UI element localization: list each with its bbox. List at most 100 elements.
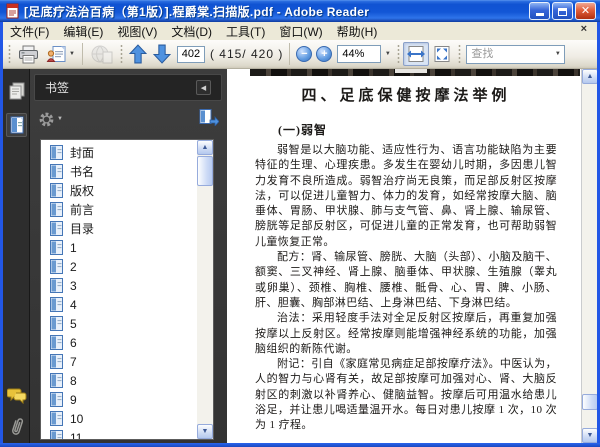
- menu-item[interactable]: 编辑(E): [56, 22, 110, 41]
- bookmark-page-icon: [50, 221, 63, 236]
- find-input[interactable]: [467, 46, 552, 62]
- subsection-heading: (一)弱智: [278, 123, 327, 137]
- pdf-page: 四、足底保健按摩法举例 (一)弱智 弱智是以大脑功能、适应性行为、语言功能缺陷为…: [255, 82, 557, 443]
- toolbar-grip[interactable]: [119, 44, 123, 64]
- bookmark-page-icon: [50, 297, 63, 312]
- export-dropdown-icon: ▼: [69, 51, 75, 57]
- bookmark-label: 封面: [70, 146, 95, 160]
- bookmark-label: 2: [70, 259, 77, 274]
- toolbar-grip[interactable]: [8, 44, 11, 64]
- menu-bar-close-icon[interactable]: ×: [574, 23, 594, 35]
- bookmark-page-icon: [50, 202, 63, 217]
- bookmark-item[interactable]: 4: [41, 295, 213, 314]
- toolbar-separator: [81, 43, 83, 65]
- menu-item[interactable]: 帮助(H): [330, 22, 385, 41]
- minimize-button[interactable]: [529, 2, 550, 20]
- window-title: [足底疗法治百病（第1版）].程爵棠.扫描版.pdf - Adobe Reade…: [24, 4, 370, 19]
- page-section-title: 四、足底保健按摩法举例: [301, 88, 511, 104]
- attachments-panel-button[interactable]: [6, 415, 27, 439]
- toolbar-grip[interactable]: [458, 44, 462, 64]
- page-count-label: ( 415/ 420 ): [209, 47, 284, 61]
- find-box: ▼: [466, 44, 566, 64]
- collapse-panel-button[interactable]: ◀: [196, 80, 211, 95]
- window-border-left: [0, 22, 3, 447]
- scroll-down-button[interactable]: ▼: [197, 424, 213, 439]
- next-page-button[interactable]: [150, 42, 174, 66]
- bookmark-item[interactable]: 2: [41, 257, 213, 276]
- minimize-icon: [535, 13, 544, 16]
- bookmark-item[interactable]: 封面: [41, 143, 213, 162]
- bookmark-options-button[interactable]: ▼: [38, 111, 63, 128]
- previous-page-button[interactable]: [126, 42, 150, 66]
- up-arrow-icon: [128, 44, 147, 64]
- menu-item[interactable]: 视图(V): [110, 22, 164, 41]
- fit-page-button[interactable]: [429, 42, 455, 66]
- bookmarks-toolbar: ▼: [38, 105, 220, 133]
- globe-page-icon: [91, 45, 113, 64]
- bookmark-page-icon: [50, 392, 63, 407]
- pdf-app-icon: [6, 3, 19, 19]
- bookmark-label: 7: [70, 354, 77, 369]
- pages-icon: [9, 82, 24, 100]
- bookmarks-sidebar: 书签 ◀ ▼ ▲ ▼ 封面 书名 版权 前言 目录 1 2 3 4 5 6 7 …: [30, 69, 227, 443]
- bookmark-item[interactable]: 8: [41, 371, 213, 390]
- zoom-out-button[interactable]: −: [296, 46, 313, 62]
- comments-panel-button[interactable]: [6, 383, 27, 407]
- bookmark-item[interactable]: 9: [41, 390, 213, 409]
- web-capture-button[interactable]: [87, 42, 117, 66]
- bookmark-label: 9: [70, 392, 77, 407]
- bookmark-item[interactable]: 5: [41, 314, 213, 333]
- close-button[interactable]: ✕: [575, 2, 596, 20]
- scroll-down-button[interactable]: ▼: [582, 428, 597, 443]
- scrollbar-thumb[interactable]: [582, 394, 597, 410]
- pages-panel-button[interactable]: [6, 79, 27, 103]
- adobe-reader-window: [足底疗法治百病（第1版）].程爵棠.扫描版.pdf - Adobe Reade…: [0, 0, 600, 447]
- bookmark-page-icon: [50, 145, 63, 160]
- bookmark-item[interactable]: 版权: [41, 181, 213, 200]
- scroll-up-button[interactable]: ▲: [197, 140, 213, 155]
- bookmark-page-icon: [50, 164, 63, 179]
- main-toolbar: ▼ ( 415/ 420 ) − + 44% ▼: [3, 40, 597, 69]
- menu-item[interactable]: 工具(T): [219, 22, 272, 41]
- scroll-up-button[interactable]: ▲: [582, 69, 597, 84]
- maximize-button[interactable]: [552, 2, 573, 20]
- paragraph: 治法：采用轻度手法对全足反射区按摩后，再重复加强按摩以上反射区。经常按摩则能增强…: [255, 312, 557, 355]
- gear-icon: [39, 112, 54, 126]
- export-button[interactable]: ▼: [43, 42, 78, 66]
- document-scrollbar[interactable]: ▲ ▼: [581, 69, 597, 443]
- zoom-level-input[interactable]: 44%: [337, 45, 382, 63]
- paperclip-icon: [11, 418, 23, 435]
- bookmark-item[interactable]: 7: [41, 352, 213, 371]
- bookmark-item[interactable]: 6: [41, 333, 213, 352]
- bookmark-label: 书名: [70, 165, 95, 179]
- print-button[interactable]: [14, 42, 43, 66]
- menu-item[interactable]: 文件(F): [3, 22, 56, 41]
- menu-item[interactable]: 窗口(W): [272, 22, 329, 41]
- title-bar: [足底疗法治百病（第1版）].程爵棠.扫描版.pdf - Adobe Reade…: [0, 0, 600, 22]
- goto-bookmark-button[interactable]: [197, 108, 220, 131]
- toolbar-separator: [289, 43, 291, 65]
- bookmark-item[interactable]: 10: [41, 409, 213, 428]
- bookmark-item[interactable]: 前言: [41, 200, 213, 219]
- bookmark-label: 前言: [70, 203, 95, 217]
- down-arrow-icon: [152, 44, 171, 64]
- bookmark-item[interactable]: 书名: [41, 162, 213, 181]
- scrollbar-thumb[interactable]: [197, 156, 213, 186]
- page-number-input[interactable]: [176, 45, 205, 63]
- bookmarks-panel-button[interactable]: [6, 113, 27, 137]
- document-view[interactable]: 四、足底保健按摩法举例 (一)弱智 弱智是以大脑功能、适应性行为、语言功能缺陷为…: [227, 69, 597, 443]
- fit-width-button[interactable]: [403, 42, 430, 66]
- bookmark-page-icon: [50, 316, 63, 331]
- toolbar-grip[interactable]: [397, 44, 401, 64]
- bookmark-item[interactable]: 目录: [41, 219, 213, 238]
- menu-item[interactable]: 文档(D): [164, 22, 219, 41]
- find-dropdown-icon[interactable]: ▼: [551, 51, 564, 57]
- fit-width-icon: [407, 46, 426, 62]
- zoom-in-button[interactable]: +: [316, 46, 333, 62]
- bookmark-list-scrollbar[interactable]: ▲ ▼: [197, 140, 213, 439]
- bookmark-item[interactable]: 1: [41, 238, 213, 257]
- bookmarks-icon: [10, 116, 23, 134]
- zoom-dropdown-icon[interactable]: ▼: [381, 45, 394, 63]
- bookmark-item[interactable]: 3: [41, 276, 213, 295]
- bookmark-item[interactable]: 11: [41, 428, 213, 439]
